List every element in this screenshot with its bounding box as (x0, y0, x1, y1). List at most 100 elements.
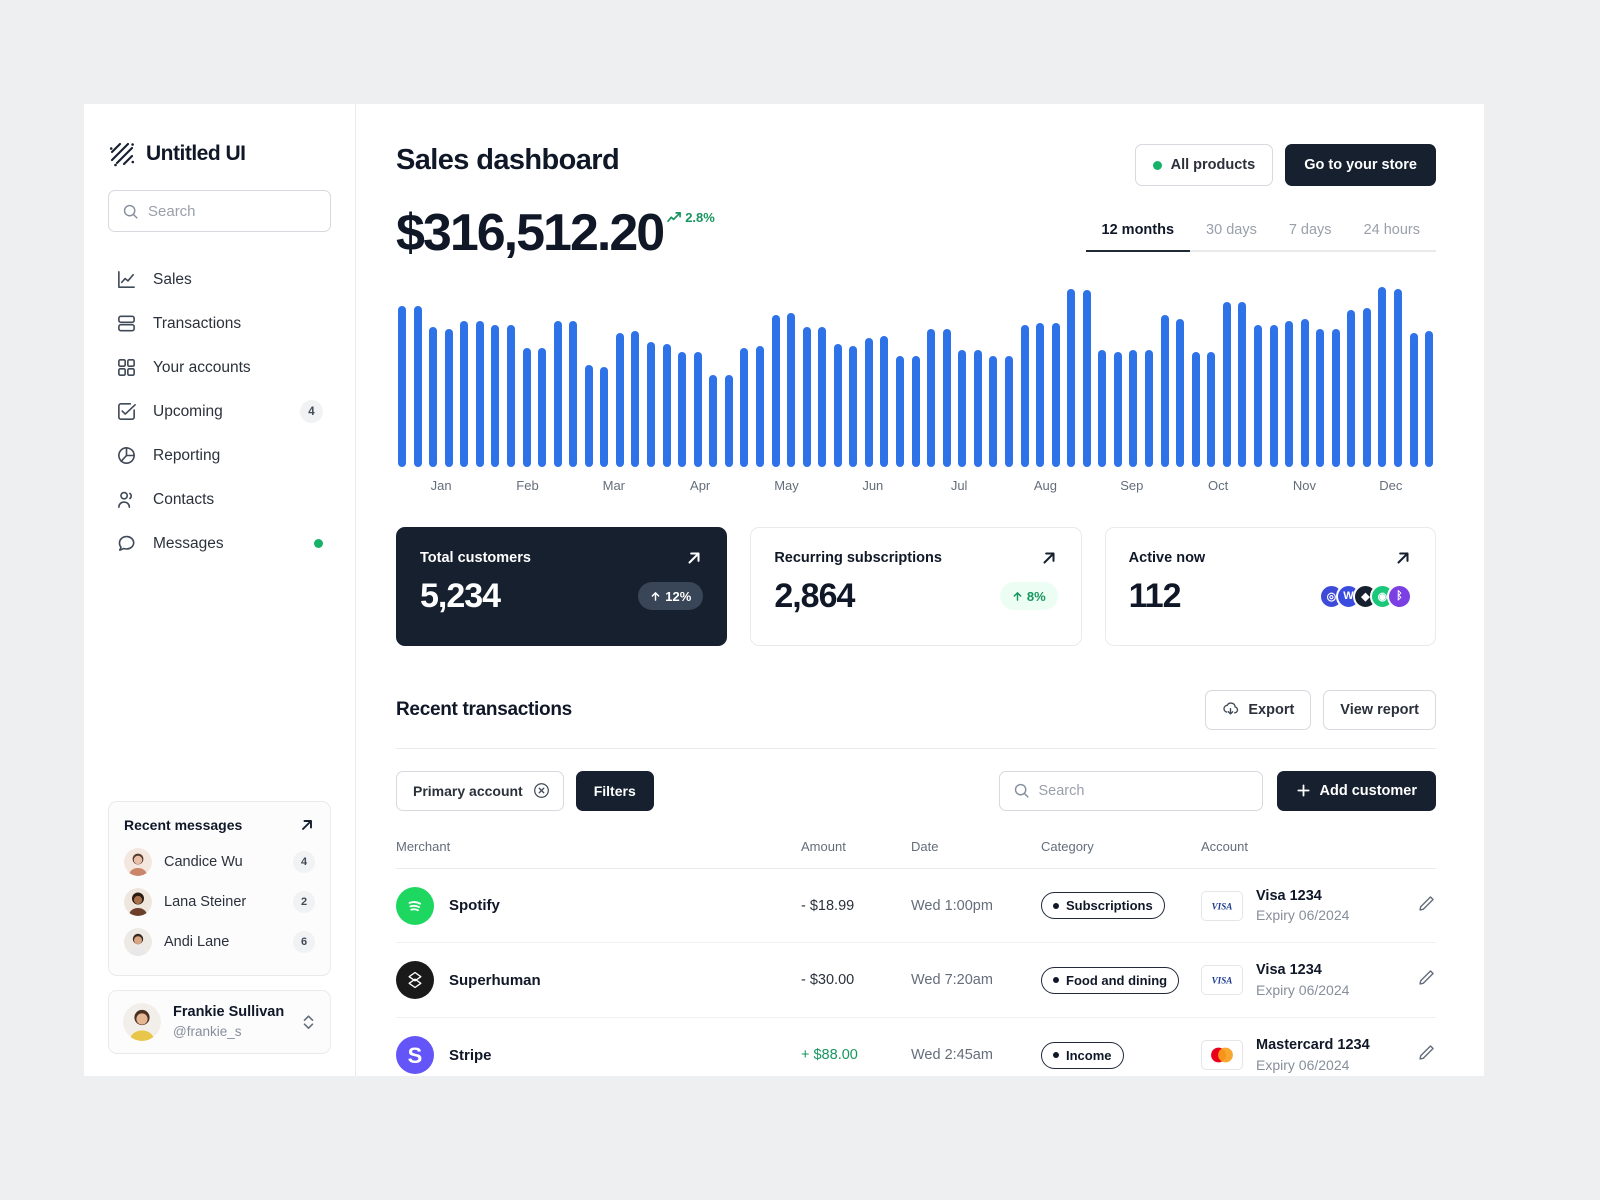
arrow-up-right-icon[interactable] (1394, 549, 1412, 567)
chart-bar[interactable] (787, 313, 796, 467)
table-row[interactable]: Spotify - $18.99 Wed 1:00pm Subscription… (396, 868, 1436, 944)
chart-bar[interactable] (1316, 328, 1325, 467)
chart-bar[interactable] (1222, 301, 1231, 467)
tab-7-days[interactable]: 7 days (1272, 222, 1348, 252)
chart-bar[interactable] (864, 338, 873, 467)
chart-bar[interactable] (631, 330, 640, 467)
sidebar-item-sales[interactable]: Sales (108, 258, 331, 301)
chart-bar[interactable] (615, 332, 624, 467)
chart-bar[interactable] (724, 374, 733, 467)
chart-bar[interactable] (662, 344, 671, 467)
table-row[interactable]: Superhuman - $30.00 Wed 7:20am Food and … (396, 942, 1436, 1019)
pencil-icon[interactable] (1417, 968, 1436, 987)
chart-bar[interactable] (1036, 322, 1045, 467)
chart-bar[interactable] (1113, 351, 1122, 467)
table-row[interactable]: S Stripe + $88.00 Wed 2:45am Income Mast… (396, 1017, 1436, 1076)
chart-bar[interactable] (1145, 349, 1153, 467)
tab-24-hours[interactable]: 24 hours (1347, 222, 1436, 252)
list-item[interactable]: Lana Steiner 2 (124, 882, 315, 922)
chart-bar[interactable] (771, 315, 780, 467)
chart-bar[interactable] (755, 345, 764, 467)
chart-bar[interactable] (849, 345, 858, 467)
chart-bar[interactable] (429, 326, 438, 467)
chart-bar[interactable] (1051, 322, 1060, 467)
sidebar-item-upcoming[interactable]: Upcoming 4 (108, 390, 331, 433)
chart-bar[interactable] (1300, 319, 1309, 467)
chart-bar[interactable] (1067, 288, 1076, 467)
chart-bar[interactable] (1129, 349, 1138, 467)
sidebar-item-transactions[interactable]: Transactions (108, 302, 331, 345)
stat-card-active-now[interactable]: Active now 112 ◎ W ◆ ◉ ᛒ (1104, 526, 1436, 646)
chart-bar[interactable] (709, 374, 718, 467)
sidebar-item-contacts[interactable]: Contacts (108, 478, 331, 521)
chart-bar[interactable] (1207, 351, 1216, 467)
stat-card-recurring-subscriptions[interactable]: Recurring subscriptions 2,864 8% (750, 526, 1082, 646)
chart-bar[interactable] (1253, 324, 1262, 467)
chart-bar[interactable] (973, 349, 982, 467)
add-customer-button[interactable]: Add customer (1276, 770, 1436, 811)
pencil-icon[interactable] (1417, 894, 1436, 913)
sidebar-item-your-accounts[interactable]: Your accounts (108, 346, 331, 389)
list-item[interactable]: Candice Wu 4 (124, 842, 315, 882)
chart-bar[interactable] (1362, 307, 1371, 467)
chart-bar[interactable] (522, 347, 531, 467)
list-item[interactable]: Andi Lane 6 (124, 922, 315, 962)
chart-bar[interactable] (911, 355, 920, 467)
chart-bar[interactable] (1409, 332, 1418, 467)
chart-bar[interactable] (647, 342, 655, 467)
tab-30-days[interactable]: 30 days (1190, 222, 1273, 252)
tab-12-months[interactable]: 12 months (1085, 222, 1191, 252)
polkadot-coin-icon[interactable]: ᛒ (1386, 583, 1412, 609)
chart-bar[interactable] (506, 324, 515, 467)
chart-bar[interactable] (584, 365, 593, 467)
column-merchant[interactable]: Merchant (396, 838, 801, 869)
chart-bar[interactable] (600, 367, 609, 467)
chart-bar[interactable] (1378, 286, 1387, 467)
chart-bar[interactable] (1176, 319, 1185, 467)
chart-bar[interactable] (740, 347, 749, 467)
chart-bar[interactable] (460, 321, 469, 467)
chart-bar[interactable] (1425, 330, 1434, 467)
chevron-up-down-icon[interactable] (301, 1012, 316, 1032)
chart-bar[interactable] (818, 326, 827, 467)
primary-account-chip[interactable]: Primary account (396, 770, 564, 811)
column-category[interactable]: Category (1041, 838, 1201, 869)
close-circle-icon[interactable] (533, 782, 550, 799)
chart-bar[interactable] (1020, 324, 1029, 467)
chart-bar[interactable] (989, 355, 998, 467)
user-profile[interactable]: Frankie Sullivan @frankie_s (108, 990, 331, 1054)
chart-bar[interactable] (1331, 328, 1340, 467)
chart-bar[interactable] (413, 305, 422, 467)
chart-bar[interactable] (693, 351, 702, 467)
go-to-store-button[interactable]: Go to your store (1285, 144, 1436, 186)
chart-bar[interactable] (1082, 290, 1091, 467)
chart-bar[interactable] (444, 328, 453, 467)
chart-bar[interactable] (569, 321, 578, 467)
chart-bar[interactable] (491, 324, 500, 467)
chart-bar[interactable] (1238, 301, 1247, 467)
chart-bar[interactable] (927, 328, 936, 467)
stat-card-total-customers[interactable]: Total customers 5,234 12% (396, 526, 728, 646)
arrow-up-right-icon[interactable] (685, 549, 703, 567)
filters-button[interactable]: Filters (575, 770, 654, 811)
export-button[interactable]: Export (1205, 689, 1312, 730)
chart-bar[interactable] (398, 305, 406, 467)
all-products-button[interactable]: All products (1134, 144, 1274, 186)
sidebar-item-messages[interactable]: Messages (108, 522, 331, 565)
pencil-icon[interactable] (1417, 1043, 1436, 1062)
sidebar-search[interactable]: Search (108, 190, 331, 232)
arrow-up-right-icon[interactable] (299, 817, 315, 833)
chart-bar[interactable] (942, 328, 951, 467)
chart-bar[interactable] (1098, 349, 1107, 467)
view-report-button[interactable]: View report (1323, 689, 1436, 730)
chart-bar[interactable] (1347, 309, 1356, 467)
chart-bar[interactable] (1004, 355, 1013, 467)
chart-bar[interactable] (475, 321, 484, 467)
chart-bar[interactable] (802, 326, 811, 467)
chart-bar[interactable] (553, 321, 562, 467)
chart-bar[interactable] (1285, 321, 1294, 467)
sidebar-item-reporting[interactable]: Reporting (108, 434, 331, 477)
chart-bar[interactable] (1394, 288, 1402, 467)
chart-bar[interactable] (678, 351, 687, 467)
chart-bar[interactable] (1269, 324, 1278, 467)
